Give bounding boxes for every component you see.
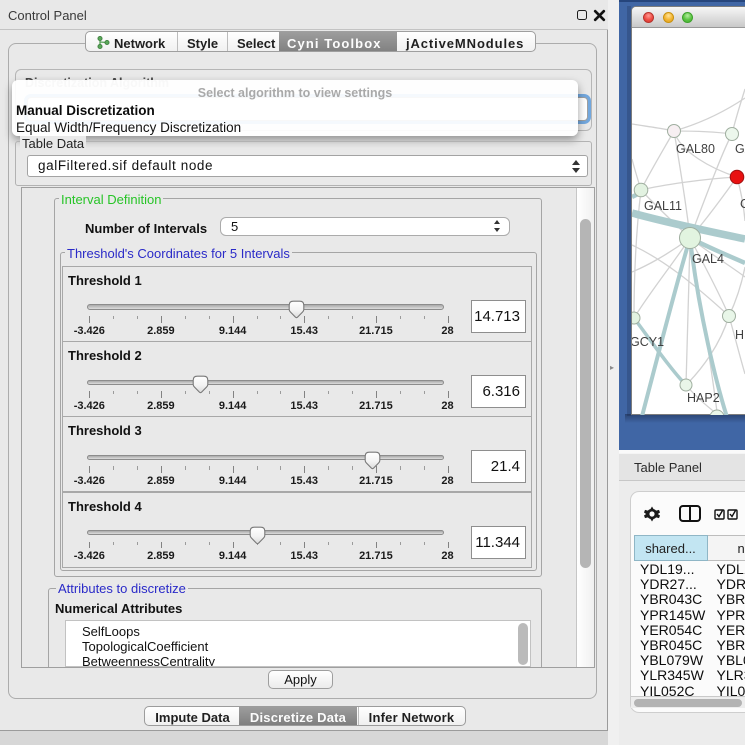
svg-text:GAL11: GAL11	[644, 199, 682, 213]
svg-text:C: C	[740, 197, 745, 211]
svg-text:GCY1: GCY1	[632, 335, 664, 349]
svg-text:HAP2: HAP2	[687, 391, 720, 405]
svg-text:H: H	[735, 328, 744, 342]
svg-text:GA: GA	[735, 142, 745, 156]
svg-text:GAL4: GAL4	[692, 252, 724, 266]
svg-text:GAL80: GAL80	[676, 142, 715, 156]
